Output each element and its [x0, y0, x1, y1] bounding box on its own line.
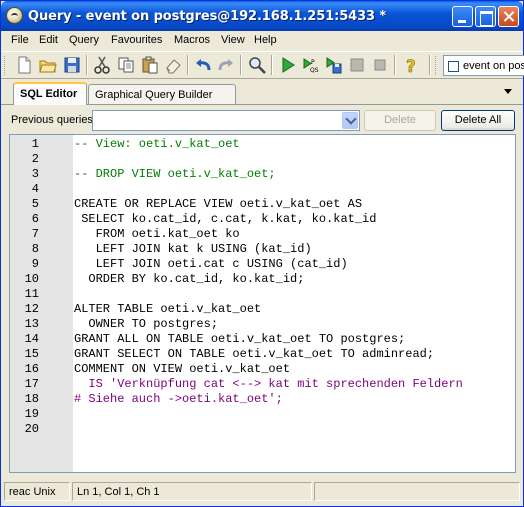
undo-icon[interactable]: [194, 56, 212, 74]
previous-queries-label: Previous queries: [11, 114, 93, 126]
tab-list-arrow-icon[interactable]: [504, 89, 512, 94]
maximize-button[interactable]: [475, 6, 496, 27]
toolbar-separator: [271, 55, 273, 75]
code-line[interactable]: SELECT ko.cat_id, c.cat, k.kat, ko.kat_i…: [74, 212, 376, 226]
open-folder-icon[interactable]: [39, 56, 57, 74]
cut-icon[interactable]: [93, 56, 111, 74]
execute-icon[interactable]: [279, 56, 297, 74]
line-number: 5: [31, 197, 39, 211]
line-number: 8: [31, 242, 39, 256]
toolbar-separator: [429, 55, 431, 75]
code-line[interactable]: # Siehe auch ->oeti.kat_oet';: [74, 392, 283, 406]
help-icon[interactable]: ?: [402, 56, 420, 74]
save-icon[interactable]: [63, 56, 81, 74]
query-window: Query - event on postgres@192.168.1.251:…: [0, 0, 524, 507]
toolbar-grip[interactable]: [4, 56, 7, 75]
close-button[interactable]: [498, 6, 519, 27]
connection-label: event on postgres: [463, 60, 524, 72]
tab-graphical-query-builder[interactable]: Graphical Query Builder: [88, 84, 236, 105]
tab-sql-editor[interactable]: SQL Editor: [13, 82, 87, 105]
new-file-icon[interactable]: [15, 56, 33, 74]
paste-icon[interactable]: [141, 56, 159, 74]
window-title: Query - event on postgres@192.168.1.251:…: [28, 9, 387, 24]
status-bar: reac Unix Ln 1, Col 1, Ch 1: [1, 479, 523, 506]
line-number: 4: [31, 182, 39, 196]
line-number: 12: [24, 302, 39, 316]
line-number: 1: [31, 137, 39, 151]
code-line[interactable]: LEFT JOIN oeti.cat c USING (cat_id): [74, 257, 348, 271]
minimize-button[interactable]: [452, 6, 473, 27]
line-number: 7: [31, 227, 39, 241]
stop-icon[interactable]: [371, 56, 389, 74]
execute-to-file-icon[interactable]: [325, 56, 343, 74]
previous-queries-dropdown[interactable]: [92, 110, 360, 131]
svg-text:?: ?: [406, 57, 416, 74]
explain-icon[interactable]: PQS: [302, 56, 320, 74]
toolbar-separator: [240, 55, 242, 75]
code-line[interactable]: ALTER TABLE oeti.v_kat_oet: [74, 302, 261, 316]
line-number: 10: [24, 272, 39, 286]
copy-icon[interactable]: [117, 56, 135, 74]
menu-macros[interactable]: Macros: [174, 34, 210, 46]
toolbar-separator: [394, 55, 396, 75]
line-number: 6: [31, 212, 39, 226]
connection-checkbox[interactable]: [448, 61, 459, 72]
delete-all-button[interactable]: Delete All: [441, 110, 515, 131]
svg-text:P: P: [311, 59, 315, 66]
toolbar-separator: [86, 55, 88, 75]
delete-button[interactable]: Delete: [364, 110, 436, 131]
line-number: 17: [24, 377, 39, 391]
code-line[interactable]: CREATE OR REPLACE VIEW oeti.v_kat_oet AS: [74, 197, 362, 211]
line-number: 13: [24, 317, 39, 331]
line-number: 3: [31, 167, 39, 181]
toolbar-separator: [187, 55, 189, 75]
code-line[interactable]: COMMENT ON VIEW oeti.v_kat_oet: [74, 362, 290, 376]
clear-icon[interactable]: [164, 56, 182, 74]
menu-help[interactable]: Help: [254, 34, 277, 46]
toolbar-grip[interactable]: [435, 56, 438, 75]
line-number: 19: [24, 407, 39, 421]
line-number: 2: [31, 152, 39, 166]
code-line[interactable]: FROM oeti.kat_oet ko: [74, 227, 240, 241]
menu-edit[interactable]: Edit: [39, 34, 58, 46]
code-line[interactable]: GRANT ALL ON TABLE oeti.v_kat_oet TO pos…: [74, 332, 405, 346]
line-number: 9: [31, 257, 39, 271]
find-icon[interactable]: [248, 56, 266, 74]
code-line[interactable]: OWNER TO postgres;: [74, 317, 218, 331]
menu-query[interactable]: Query: [69, 34, 99, 46]
menu-favourites[interactable]: Favourites: [111, 34, 162, 46]
menu-view[interactable]: View: [221, 34, 245, 46]
line-number: 11: [24, 287, 39, 301]
editor-tabs: SQL Editor Graphical Query Builder: [1, 80, 523, 105]
line-number: 15: [24, 347, 39, 361]
line-number: 14: [24, 332, 39, 346]
redo-icon[interactable]: [217, 56, 235, 74]
code-line[interactable]: -- DROP VIEW oeti.v_kat_oet;: [74, 167, 276, 181]
chevron-down-icon[interactable]: [342, 112, 358, 129]
svg-text:QS: QS: [310, 67, 319, 74]
code-line[interactable]: GRANT SELECT ON TABLE oeti.v_kat_oet TO …: [74, 347, 434, 361]
title-bar[interactable]: Query - event on postgres@192.168.1.251:…: [1, 1, 523, 31]
status-cursor-position: Ln 1, Col 1, Ch 1: [72, 482, 312, 501]
previous-queries-bar: Previous queries Delete Delete All: [1, 104, 523, 134]
line-number: 18: [24, 392, 39, 406]
connection-selector[interactable]: event on postgres: [443, 55, 524, 76]
menu-bar: File Edit Query Favourites Macros View H…: [1, 31, 523, 51]
pgadmin-elephant-icon: [6, 7, 23, 24]
status-mode: reac Unix: [4, 482, 70, 501]
code-line[interactable]: IS 'Verknüpfung cat <--> kat mit spreche…: [74, 377, 462, 391]
status-message: [314, 482, 520, 501]
code-line[interactable]: LEFT JOIN kat k USING (kat_id): [74, 242, 312, 256]
menu-file[interactable]: File: [11, 34, 29, 46]
line-number: 16: [24, 362, 39, 376]
code-line[interactable]: ORDER BY ko.cat_id, ko.kat_id;: [74, 272, 304, 286]
pause-icon[interactable]: [348, 56, 366, 74]
line-number: 20: [24, 422, 39, 436]
code-line[interactable]: -- View: oeti.v_kat_oet: [74, 137, 240, 151]
sql-editor[interactable]: 1 2 3 4 5 6 7 8 9 10 11 12 13 14 15 16 1…: [9, 134, 516, 473]
toolbar: PQS ? event on postgres: [1, 51, 524, 79]
